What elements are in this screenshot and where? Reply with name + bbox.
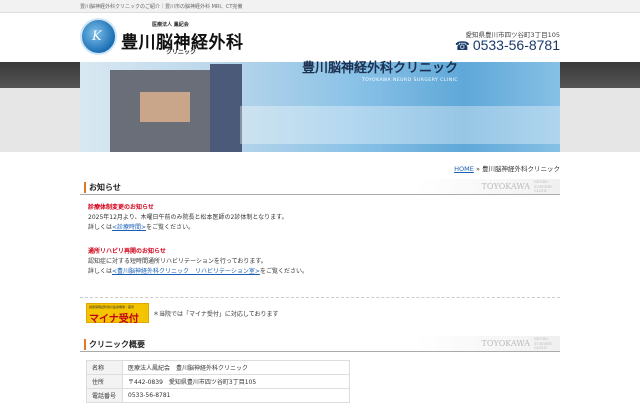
news-item-text: 2025年12月より、木曜日午前のみ院長と松本医師の2診体制となります。: [88, 214, 288, 221]
building-wall: [140, 92, 190, 122]
overview-heading: クリニック概要 TOYOKAWA NEURO SURGERY CLINIC: [80, 336, 560, 352]
row-key: 電話番号: [86, 388, 123, 403]
banner-band: [240, 106, 560, 144]
overview-watermark: TOYOKAWA: [481, 339, 530, 348]
rehab-link[interactable]: <豊川脳神経外科クリニック リハビリテーション室>: [112, 268, 260, 275]
clinic-logo[interactable]: K: [80, 18, 117, 55]
header-phone: ☎ 0533-56-8781: [455, 37, 560, 53]
news-item: 診療体制変更のお知らせ 2025年12月より、木曜日午前のみ院長と松本医師の2診…: [88, 203, 288, 233]
building-tower: [210, 64, 242, 152]
row-value: 〒442-0839 愛知県豊川市四ツ谷町3丁目105: [122, 374, 350, 389]
schedule-link[interactable]: <診療時間>: [112, 224, 146, 231]
myna-badge-small: 健康保険証利用の医療機関・薬局: [89, 305, 135, 309]
site-description: 豊川脳神経外科クリニックのご紹介｜豊川市の脳神経外科 MRI、CT完備: [80, 4, 243, 10]
breadcrumb: HOME » 豊川脳神経外科クリニック: [454, 163, 560, 173]
logo-mark: K: [92, 29, 102, 44]
news-item: 通所リハビリ再開のお知らせ 認知症に対する短時間通所リハビリテーションを行ってお…: [88, 247, 308, 277]
breadcrumb-sep: »: [475, 165, 480, 173]
news-watermark: TOYOKAWA: [481, 182, 530, 191]
top-strip: 豊川脳神経外科クリニックのご紹介｜豊川市の脳神経外科 MRI、CT完備: [0, 0, 640, 13]
news-title: お知らせ: [84, 182, 121, 193]
clinic-subname: クリニック: [166, 49, 197, 56]
telephone-icon: ☎: [454, 39, 470, 53]
news-watermark-small: NEURO SURGERY CLINIC: [534, 180, 553, 193]
divider: [80, 297, 560, 298]
table-row: 電話番号 0533-56-8781: [86, 388, 350, 403]
row-key: 名称: [86, 360, 123, 375]
breadcrumb-current: 豊川脳神経外科クリニック: [482, 165, 560, 173]
myna-badge-label: マイナ受付: [89, 314, 139, 325]
row-value: 医療法人鳳紀会 豊川脳神経外科クリニック: [122, 360, 350, 375]
myna-badge[interactable]: 健康保険証利用の医療機関・薬局マイナ受付: [86, 303, 149, 325]
banner-title: 豊川脳神経外科クリニック: [302, 61, 459, 76]
phone-number: 0533-56-8781: [472, 37, 560, 53]
row-key: 住所: [86, 374, 123, 389]
news-item-pre: 詳しくは: [88, 268, 113, 275]
row-value: 0533-56-8781: [122, 388, 350, 403]
overview-table: 名称 医療法人鳳紀会 豊川脳神経外科クリニック 住所 〒442-0839 愛知県豊川…: [86, 360, 350, 403]
overview-watermark-small: NEURO SURGERY CLINIC: [534, 337, 553, 350]
news-heading: お知らせ TOYOKAWA NEURO SURGERY CLINIC: [80, 179, 560, 195]
banner-subtitle: TOYOKAWA NEURO SURGERY CLINIC: [362, 78, 459, 83]
overview-title: クリニック概要: [84, 339, 145, 350]
news-item-post: をご覧ください。: [146, 224, 195, 231]
news-item-title: 診療体制変更のお知らせ: [88, 204, 154, 211]
news-item-text: 認知症に対する短時間通所リハビリテーションを行っております。: [88, 258, 267, 265]
news-item-post: をご覧ください。: [259, 268, 308, 275]
myna-text: ＊当院では「マイナ受付」に対応しております: [153, 311, 279, 318]
table-row: 名称 医療法人鳳紀会 豊川脳神経外科クリニック: [86, 360, 350, 375]
corp-name: 医療法人 鳳紀会: [152, 22, 189, 28]
breadcrumb-home[interactable]: HOME: [454, 165, 474, 173]
news-item-pre: 詳しくは: [88, 224, 113, 231]
table-row: 住所 〒442-0839 愛知県豊川市四ツ谷町3丁目105: [86, 374, 350, 389]
news-item-title: 通所リハビリ再開のお知らせ: [88, 248, 166, 255]
